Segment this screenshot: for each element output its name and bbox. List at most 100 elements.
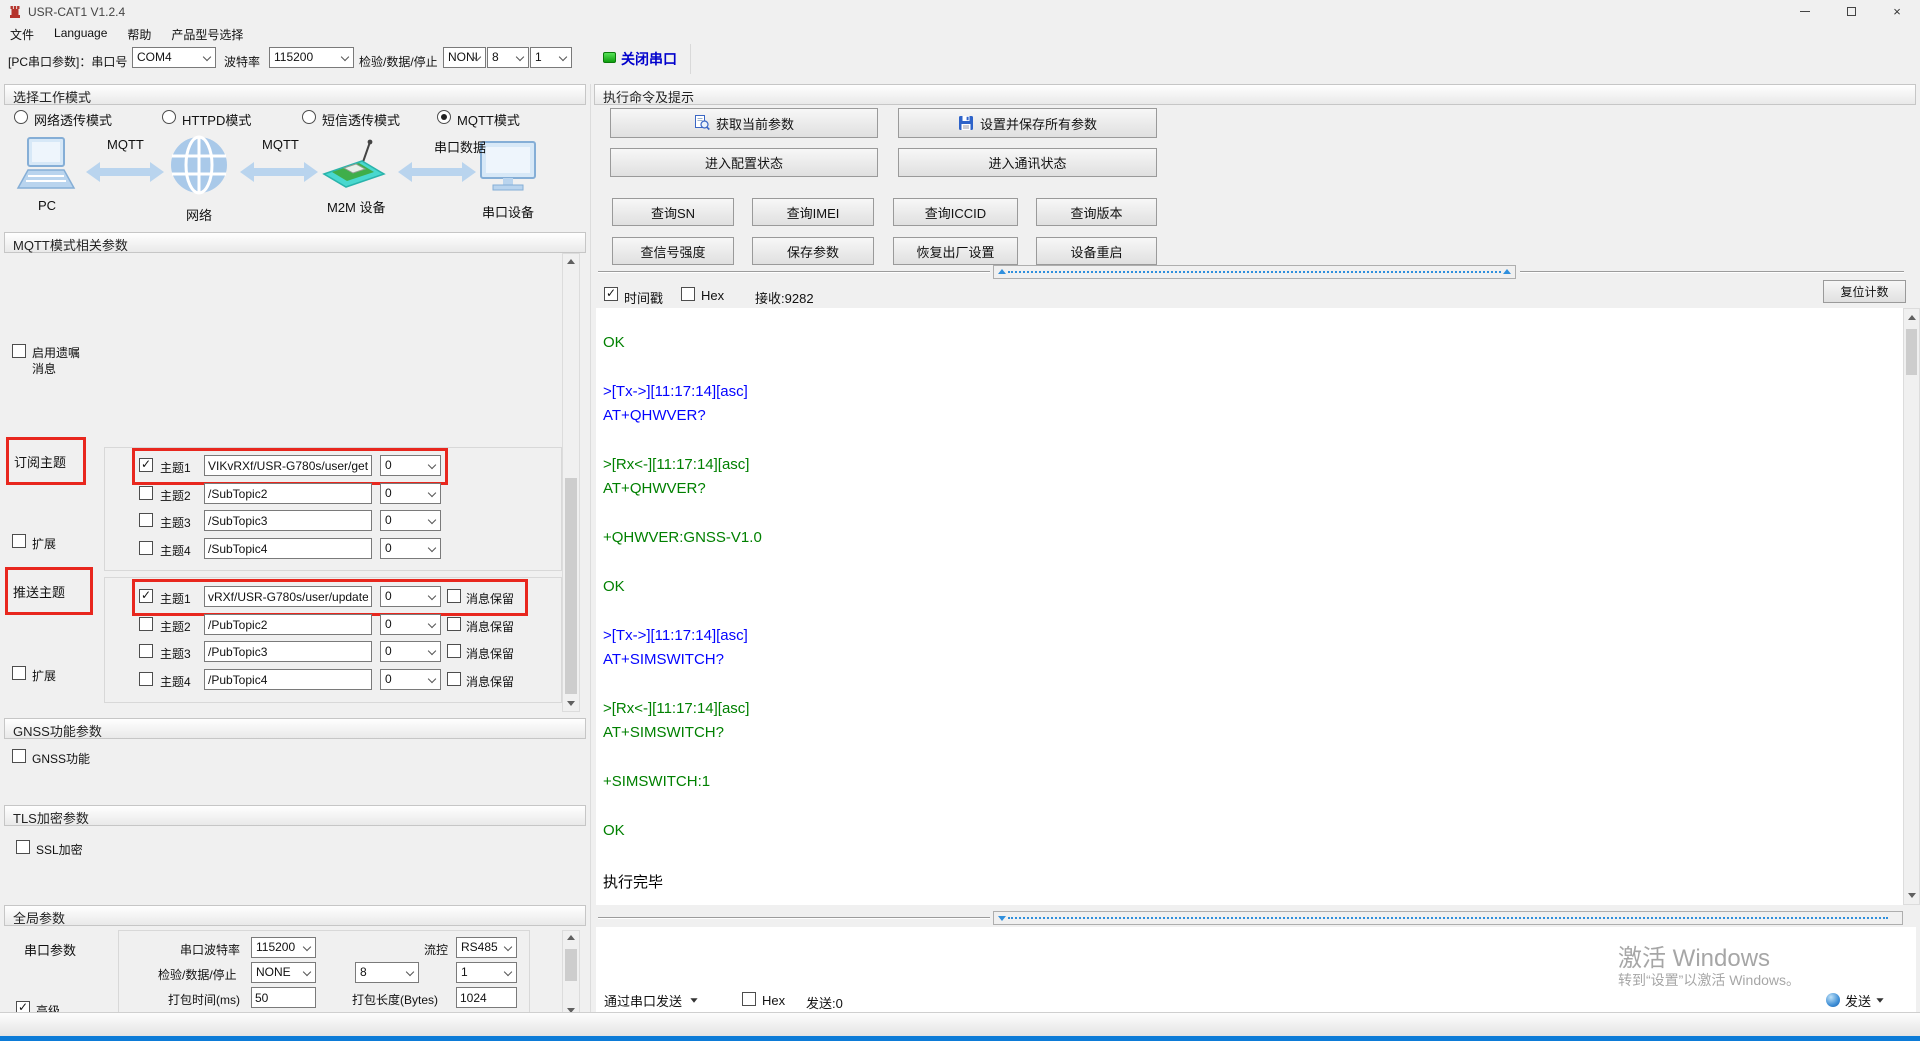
bottom-splitter-slider[interactable] xyxy=(993,911,1903,925)
pubtopic3-input[interactable] xyxy=(204,641,372,662)
pubtopic3-qos-select[interactable]: 0 xyxy=(380,641,441,662)
query-iccid-button[interactable]: 查询ICCID xyxy=(893,198,1018,226)
ssl-checkbox[interactable] xyxy=(16,840,30,854)
radio-net-passthrough[interactable] xyxy=(14,110,28,124)
pubtopic1-checkbox[interactable] xyxy=(139,589,153,603)
subtopic1-qos-select[interactable]: 0 xyxy=(380,455,441,476)
pubtopic4-qos-select[interactable]: 0 xyxy=(380,669,441,690)
mqtt-panel-scrollbar[interactable] xyxy=(562,253,580,712)
slider-thumb-icon[interactable] xyxy=(998,916,1006,921)
query-sn-button[interactable]: 查询SN xyxy=(612,198,734,226)
slider-thumb-icon[interactable] xyxy=(998,269,1006,274)
factory-reset-button[interactable]: 恢复出厂设置 xyxy=(893,237,1018,265)
subtopic2-input[interactable] xyxy=(204,483,372,504)
global-panel-scrollbar[interactable] xyxy=(562,930,580,1018)
pubtopic4-retain-checkbox[interactable] xyxy=(447,672,461,686)
query-imei-button[interactable]: 查询IMEI xyxy=(752,198,874,226)
databits-select[interactable]: 8 xyxy=(487,47,529,68)
save-params-button[interactable]: 保存参数 xyxy=(752,237,874,265)
subtopic4-qos-value: 0 xyxy=(385,541,392,555)
subtopic4-checkbox[interactable] xyxy=(139,541,153,555)
subscribe-expand-checkbox[interactable] xyxy=(12,534,26,548)
radio-sms-passthrough[interactable] xyxy=(302,110,316,124)
set-save-params-button[interactable]: 设置并保存所有参数 xyxy=(898,108,1157,138)
reset-counter-button[interactable]: 复位计数 xyxy=(1823,280,1906,303)
subtopic1-input[interactable] xyxy=(204,455,372,476)
menu-file[interactable]: 文件 xyxy=(0,23,44,43)
query-signal-button[interactable]: 查信号强度 xyxy=(612,237,734,265)
scroll-up-icon[interactable] xyxy=(567,259,575,264)
pubtopic2-qos-value: 0 xyxy=(385,617,392,631)
log-output-area[interactable]: OK>[Tx->][11:17:14][asc]AT+QHWVER?>[Rx<-… xyxy=(596,308,1903,905)
minimize-button[interactable] xyxy=(1782,0,1828,23)
stopbits-select[interactable]: 1 xyxy=(530,47,572,68)
subtopic2-qos-select[interactable]: 0 xyxy=(380,483,441,504)
global-baud-select[interactable]: 115200 xyxy=(251,937,316,958)
scroll-up-icon[interactable] xyxy=(1908,315,1916,320)
pubtopic3-checkbox[interactable] xyxy=(139,644,153,658)
send-hex-checkbox[interactable] xyxy=(742,992,756,1006)
subtopic3-checkbox[interactable] xyxy=(139,513,153,527)
radio-httpd-mode[interactable] xyxy=(162,110,176,124)
baud-select[interactable]: 115200 xyxy=(269,47,354,68)
scroll-down-icon[interactable] xyxy=(567,701,575,706)
pubtopic1-input[interactable] xyxy=(204,586,372,607)
menu-language[interactable]: Language xyxy=(44,23,117,43)
enter-comm-state-button[interactable]: 进入通讯状态 xyxy=(898,148,1157,177)
menu-help[interactable]: 帮助 xyxy=(117,23,161,43)
com-port-select[interactable]: COM4 xyxy=(132,47,216,68)
subtopic3-qos-select[interactable]: 0 xyxy=(380,510,441,531)
device-restart-button[interactable]: 设备重启 xyxy=(1036,237,1157,265)
activate-windows-watermark: 激活 Windows xyxy=(1618,938,1770,973)
pubtopic4-input[interactable] xyxy=(204,669,372,690)
gnss-checkbox[interactable] xyxy=(12,749,26,763)
pubtopic3-retain-checkbox[interactable] xyxy=(447,644,461,658)
send-button[interactable]: 发送 xyxy=(1826,988,1912,1012)
arrow-network-m2m-icon xyxy=(240,160,318,184)
pubtopic2-input[interactable] xyxy=(204,614,372,635)
flow-control-select[interactable]: RS485 xyxy=(456,937,517,958)
top-splitter-slider[interactable] xyxy=(993,265,1516,279)
subtopic1-checkbox[interactable] xyxy=(139,458,153,472)
pubtopic1-retain-checkbox[interactable] xyxy=(447,589,461,603)
scrollbar-thumb[interactable] xyxy=(1906,329,1917,375)
subtopic3-input[interactable] xyxy=(204,510,372,531)
will-message-checkbox[interactable] xyxy=(12,344,26,358)
scroll-up-icon[interactable] xyxy=(567,935,575,940)
log-hex-checkbox[interactable] xyxy=(681,287,695,301)
global-parity-value: NONE xyxy=(256,965,291,979)
chevron-down-icon xyxy=(428,544,436,552)
publish-expand-checkbox[interactable] xyxy=(12,666,26,680)
subtopic4-qos-select[interactable]: 0 xyxy=(380,538,441,559)
scrollbar-thumb[interactable] xyxy=(565,478,577,694)
query-version-button[interactable]: 查询版本 xyxy=(1036,198,1157,226)
radio-mqtt-mode[interactable] xyxy=(437,110,451,124)
pack-time-input[interactable] xyxy=(251,987,316,1008)
parity-select[interactable]: NONI xyxy=(443,47,486,68)
scroll-down-icon[interactable] xyxy=(1908,893,1916,898)
sent-counter: 发送:0 xyxy=(806,993,843,1012)
send-via-serial-dropdown[interactable]: 通过串口发送 xyxy=(598,989,720,1011)
global-databits-select[interactable]: 8 xyxy=(355,962,419,983)
enter-config-state-button[interactable]: 进入配置状态 xyxy=(610,148,878,177)
pack-length-input[interactable] xyxy=(456,987,517,1008)
log-scrollbar[interactable] xyxy=(1903,308,1920,905)
pubtopic4-checkbox[interactable] xyxy=(139,672,153,686)
close-serial-button[interactable]: 关闭串口 xyxy=(621,49,677,69)
global-stopbits-select[interactable]: 1 xyxy=(456,962,517,983)
chevron-down-icon xyxy=(690,998,697,1003)
timestamp-checkbox[interactable] xyxy=(604,287,618,301)
subtopic4-input[interactable] xyxy=(204,538,372,559)
pubtopic2-checkbox[interactable] xyxy=(139,617,153,631)
scrollbar-thumb[interactable] xyxy=(565,949,577,981)
pubtopic2-retain-checkbox[interactable] xyxy=(447,617,461,631)
global-parity-select[interactable]: NONE xyxy=(251,962,316,983)
subtopic2-checkbox[interactable] xyxy=(139,486,153,500)
close-button[interactable]: × xyxy=(1874,0,1920,23)
maximize-button[interactable] xyxy=(1828,0,1874,23)
pubtopic2-qos-select[interactable]: 0 xyxy=(380,614,441,635)
pubtopic1-qos-select[interactable]: 0 xyxy=(380,586,441,607)
slider-thumb-icon[interactable] xyxy=(1503,269,1511,274)
menu-product-model[interactable]: 产品型号选择 xyxy=(161,23,253,43)
get-params-button[interactable]: 获取当前参数 xyxy=(610,108,878,138)
